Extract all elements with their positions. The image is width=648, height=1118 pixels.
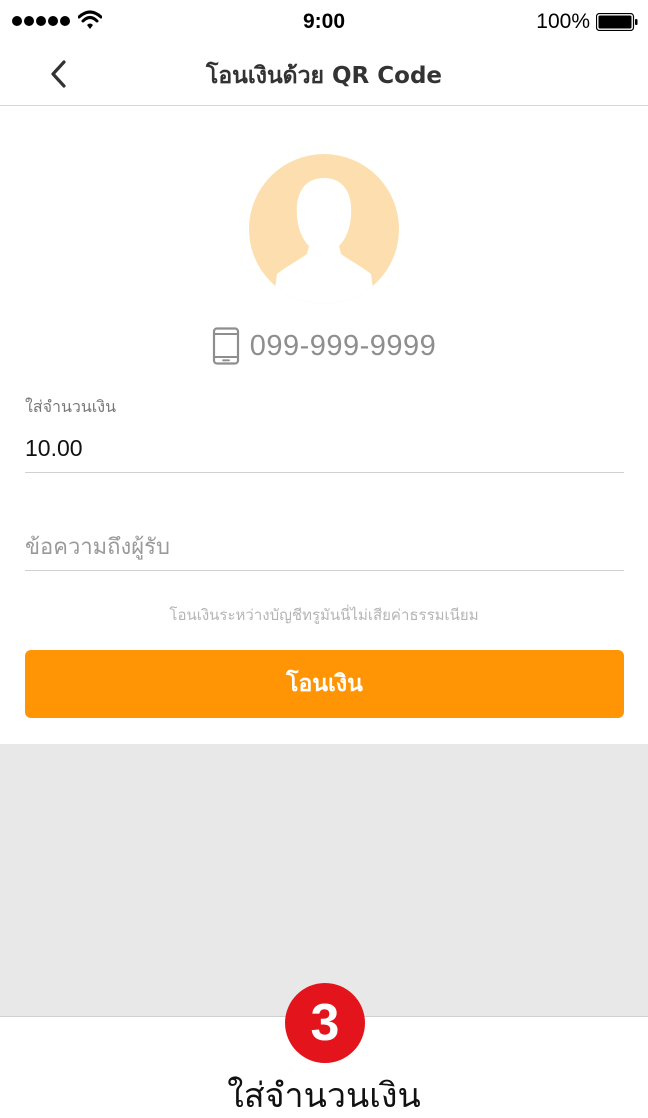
amount-label: ใส่จำนวนเงิน xyxy=(25,397,117,416)
status-bar: 9:00 100% xyxy=(0,0,648,44)
mobile-phone-icon xyxy=(212,327,239,365)
step-caption: ใส่จำนวนเงิน xyxy=(227,1076,421,1116)
fee-note: โอนเงินระหว่างบัญชีทรูมันนี่ไม่เสียค่าธร… xyxy=(0,603,648,627)
message-input[interactable] xyxy=(25,525,624,571)
amount-input[interactable] xyxy=(25,425,624,473)
fee-note-text: โอนเงินระหว่างบัญชีทรูมันนี่ไม่เสียค่าธร… xyxy=(169,606,479,624)
transfer-form: 099-999-9999 ใส่จำนวนเงิน โอนเงินระหว่าง… xyxy=(0,107,648,744)
nav-bar: โอนเงินด้วย QR Code xyxy=(0,44,648,106)
battery-percent: 100% xyxy=(536,10,590,33)
recipient-phone: 099-999-9999 xyxy=(0,327,648,365)
transfer-button[interactable]: โอนเงิน xyxy=(25,650,624,718)
empty-background xyxy=(0,744,648,1016)
phone-number: 099-999-9999 xyxy=(249,329,437,362)
page-title: โอนเงินด้วย QR Code xyxy=(205,63,443,89)
step-badge: 3 xyxy=(285,983,365,1063)
person-silhouette-icon xyxy=(249,154,399,304)
battery-icon xyxy=(596,13,638,31)
